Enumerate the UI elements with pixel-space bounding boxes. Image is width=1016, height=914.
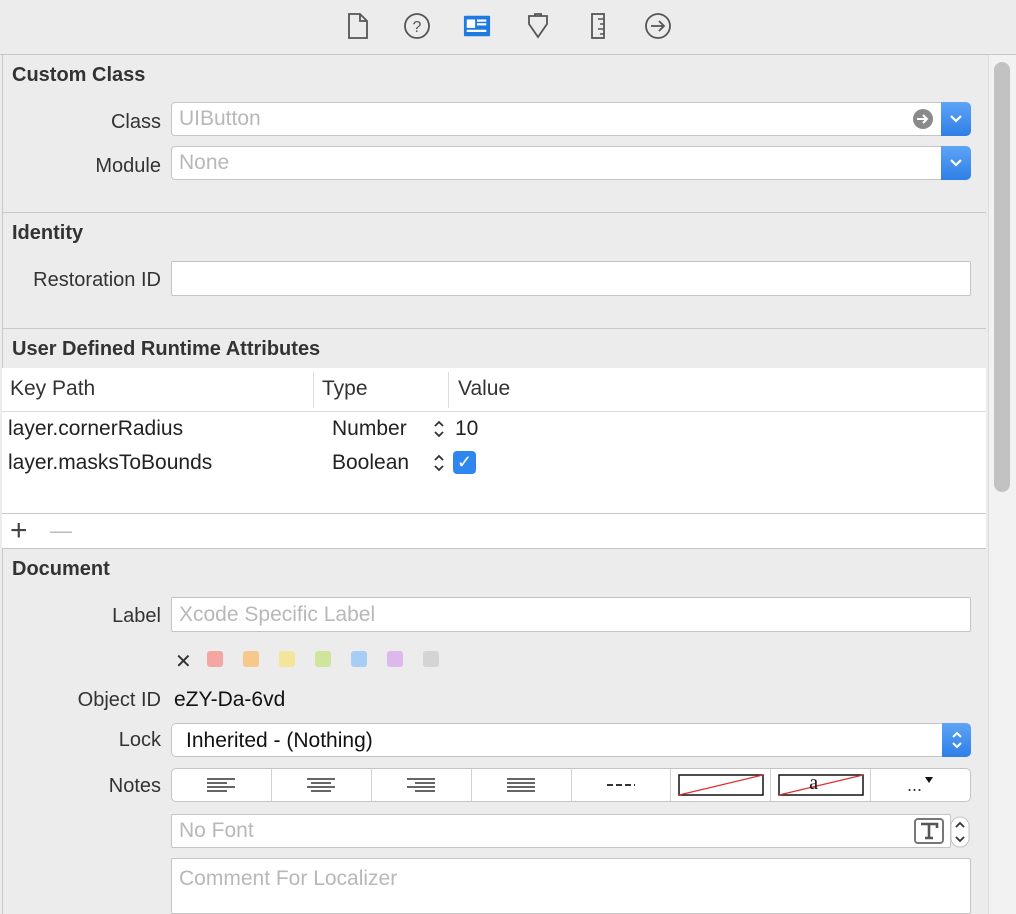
connections-inspector-icon[interactable] <box>644 12 672 40</box>
module-label: Module <box>95 155 161 177</box>
no-color-icon <box>678 774 764 796</box>
divider <box>2 328 986 329</box>
label-color-blue-swatch[interactable] <box>351 651 367 667</box>
class-dropdown-button[interactable] <box>941 102 971 136</box>
stepper-updown-icon[interactable] <box>432 452 446 474</box>
caret-down-icon <box>925 777 934 783</box>
remove-attribute-button[interactable]: — <box>50 515 72 547</box>
add-remove-bar <box>2 514 986 548</box>
text-color-icon <box>777 774 864 796</box>
table-row-key-path[interactable]: layer.cornerRadius <box>8 417 183 441</box>
align-center-icon <box>307 778 336 792</box>
table-row-key-path[interactable]: layer.masksToBounds <box>8 451 212 475</box>
align-justify-icon <box>507 778 536 792</box>
restoration-id-label: Restoration ID <box>33 269 161 291</box>
align-justify-button[interactable] <box>472 769 572 801</box>
document-title: Document <box>12 558 110 580</box>
class-placeholder: UIButton <box>179 107 261 130</box>
label-color-green-swatch[interactable] <box>315 651 331 667</box>
column-divider <box>313 372 314 408</box>
lock-popup-button[interactable] <box>942 723 971 757</box>
runtime-attributes-title: User Defined Runtime Attributes <box>12 338 321 360</box>
column-divider <box>448 372 449 408</box>
more-ellipsis: ... <box>907 774 923 795</box>
stepper-updown-icon[interactable] <box>432 418 446 440</box>
navigate-arrow-icon[interactable] <box>913 109 933 129</box>
notes-alignment-segmented-control[interactable]: a ... <box>171 768 971 802</box>
comment-placeholder: Comment For Localizer <box>179 867 398 890</box>
more-options-button[interactable]: ... <box>871 769 970 801</box>
text-color-well[interactable]: a <box>771 769 872 801</box>
text-sample: a <box>809 772 819 794</box>
scrollbar-thumb[interactable] <box>994 62 1010 492</box>
dashed-line-icon <box>606 784 635 786</box>
table-row-type[interactable]: Boolean <box>332 451 409 475</box>
chevron-down-icon <box>950 159 962 167</box>
custom-class-title: Custom Class <box>12 64 146 86</box>
divider <box>2 548 986 549</box>
align-left-icon <box>207 778 236 792</box>
masks-to-bounds-checkbox[interactable]: ✓ <box>453 451 476 474</box>
label-label: Label <box>112 605 161 627</box>
lock-popup[interactable]: Inherited - (Nothing) <box>171 723 971 757</box>
label-color-orange-swatch[interactable] <box>243 651 259 667</box>
updown-chevron-icon <box>951 731 962 749</box>
notes-label: Notes <box>108 775 161 797</box>
size-inspector-icon[interactable] <box>584 12 612 40</box>
xcode-label-field[interactable]: Xcode Specific Label <box>171 597 971 632</box>
comment-for-localizer-field[interactable]: Comment For Localizer <box>171 858 971 914</box>
identity-title: Identity <box>12 222 84 244</box>
align-left-button[interactable] <box>172 769 272 801</box>
module-placeholder: None <box>179 151 230 174</box>
identity-inspector-icon[interactable] <box>463 12 491 40</box>
font-size-stepper[interactable] <box>950 816 970 848</box>
object-id-value: eZY-Da-6vd <box>174 688 286 711</box>
inspector-toolbar: ? <box>0 0 1016 55</box>
align-center-button[interactable] <box>272 769 372 801</box>
xcode-label-placeholder: Xcode Specific Label <box>179 602 376 626</box>
align-right-icon <box>407 778 436 792</box>
help-icon[interactable]: ? <box>403 12 431 40</box>
class-label: Class <box>110 111 161 133</box>
label-color-yellow-swatch[interactable] <box>279 651 295 667</box>
divider <box>2 212 986 213</box>
add-attribute-button[interactable]: + <box>10 515 28 547</box>
label-color-red-swatch[interactable] <box>207 651 223 667</box>
column-header-key-path[interactable]: Key Path <box>10 377 95 401</box>
font-placeholder: No Font <box>179 819 254 842</box>
restoration-id-field[interactable] <box>171 261 971 296</box>
table-row-value[interactable]: 10 <box>455 417 478 441</box>
label-color-purple-swatch[interactable] <box>387 651 403 667</box>
lock-value: Inherited - (Nothing) <box>186 729 373 752</box>
svg-text:?: ? <box>413 19 422 36</box>
class-field[interactable]: UIButton <box>171 102 942 136</box>
module-dropdown-button[interactable] <box>941 146 971 180</box>
module-field[interactable]: None <box>171 146 942 180</box>
table-row-type[interactable]: Number <box>332 417 407 441</box>
label-color-gray-swatch[interactable] <box>423 651 439 667</box>
column-header-type[interactable]: Type <box>322 377 368 401</box>
clear-label-color-icon[interactable]: ✕ <box>175 649 192 674</box>
chevron-down-icon <box>950 115 962 123</box>
lock-label: Lock <box>118 729 161 751</box>
font-field[interactable]: No Font <box>171 814 951 848</box>
align-right-button[interactable] <box>372 769 472 801</box>
file-inspector-icon[interactable] <box>344 12 372 40</box>
column-header-value[interactable]: Value <box>458 377 510 401</box>
no-color-well[interactable] <box>671 769 772 801</box>
attributes-inspector-icon[interactable] <box>524 12 552 40</box>
align-natural-button[interactable] <box>572 769 672 801</box>
font-picker-icon[interactable] <box>914 818 944 844</box>
object-id-label: Object ID <box>77 689 161 711</box>
